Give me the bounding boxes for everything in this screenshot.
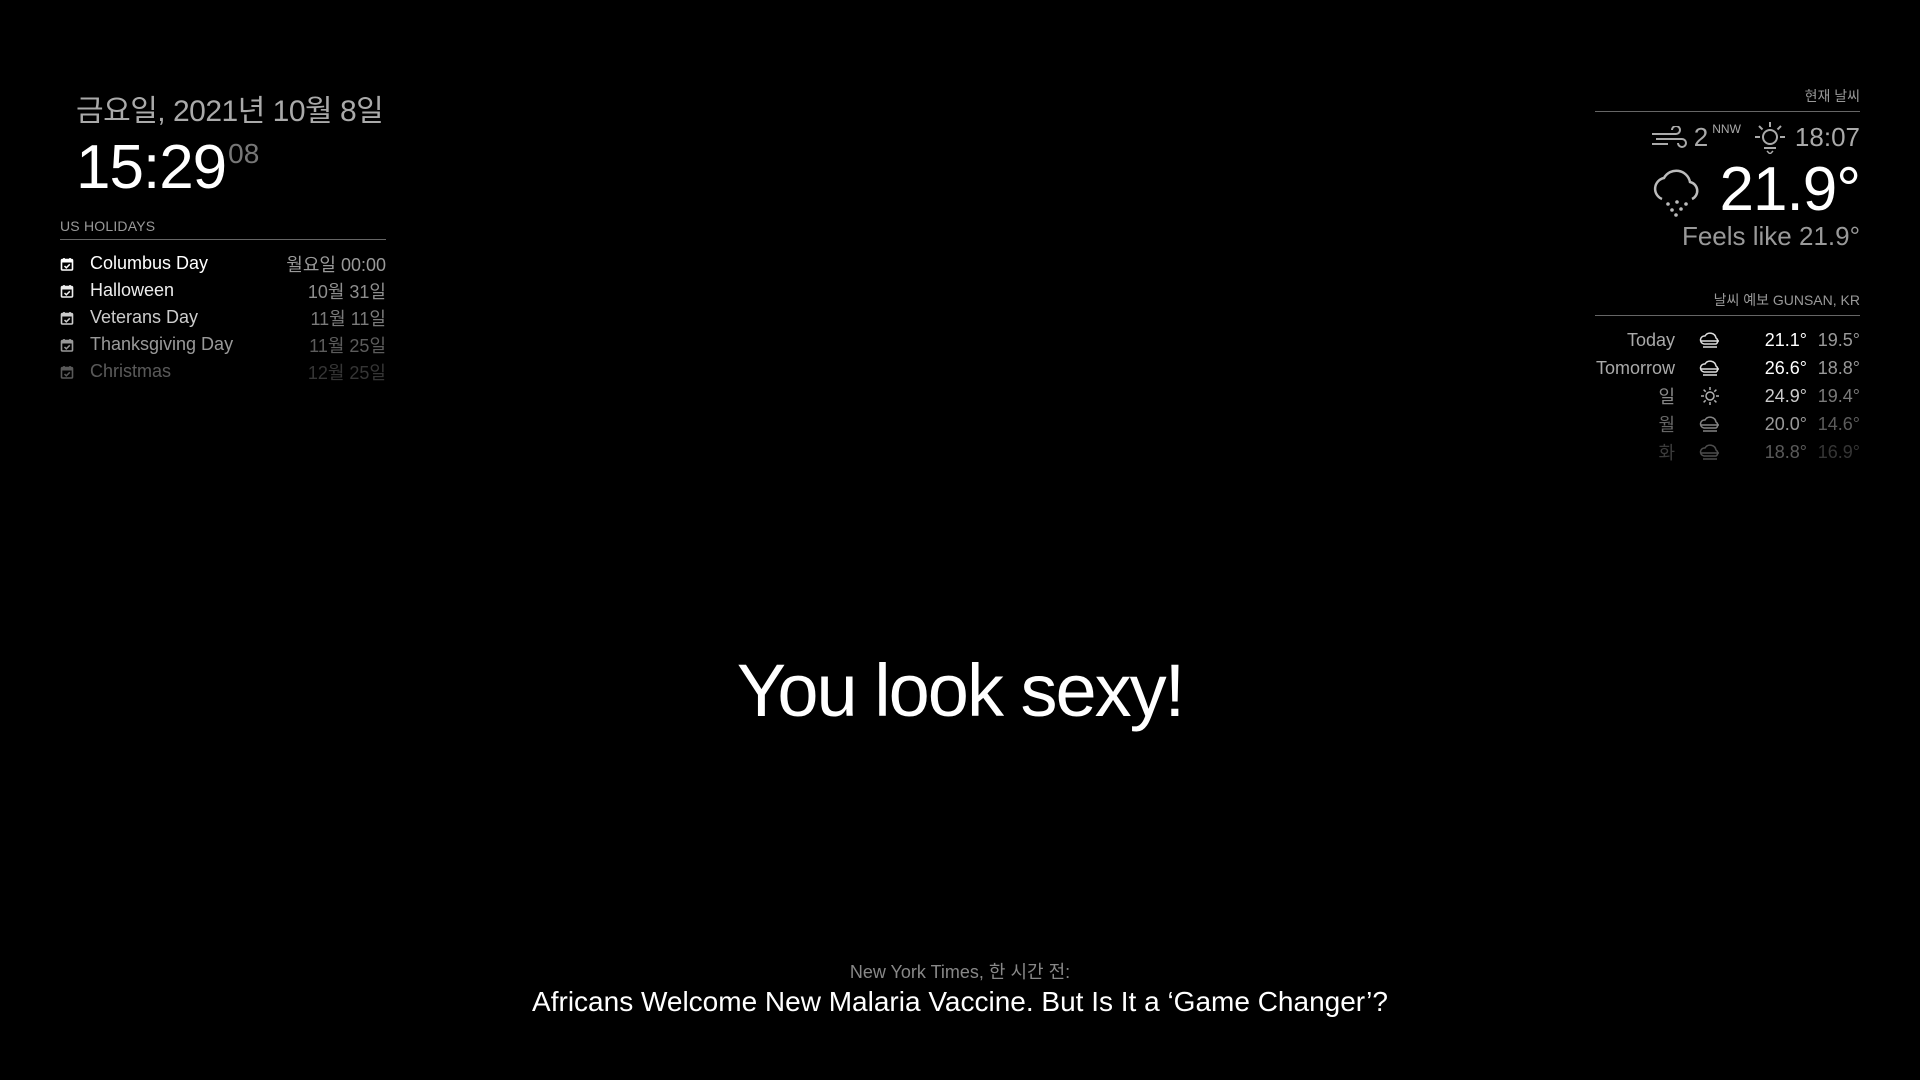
list-item: Halloween 10월 31일	[60, 277, 386, 304]
clock-date: 금요일, 2021년 10월 8일	[76, 95, 384, 128]
holiday-title: Christmas	[90, 361, 172, 381]
forecast-day: 화	[1658, 443, 1675, 463]
news-source: New York Times, 한 시간 전:	[849, 962, 1071, 982]
forecast-day: 일	[1658, 387, 1675, 407]
current-temperature: 21.9°	[1719, 155, 1861, 224]
forecast-day: Today	[1626, 329, 1675, 350]
weather-forecast-module: 날씨 예보 GUNSAN, KR Today 21.1° 19.5° Tomor…	[1595, 290, 1860, 466]
holidays-list: Columbus Day 월요일 00:00 Halloween 10월 31일…	[60, 250, 386, 385]
list-item: Christmas 12월 25일	[60, 358, 386, 385]
current-weather-module: 현재 날씨 2 NNW 18:07 21.9° Feels like 21.9°	[1595, 86, 1861, 252]
forecast-min-temp: 18.8°	[1817, 357, 1860, 378]
sun-icon	[1675, 386, 1745, 406]
holidays-module: US HOLIDAYS Columbus Day 월요일 00:00 Hallo…	[60, 218, 386, 385]
forecast-max-temp: 21.1°	[1764, 329, 1807, 350]
forecast-max-temp: 26.6°	[1764, 357, 1807, 378]
holiday-title: Columbus Day	[90, 253, 209, 273]
forecast-row: Tomorrow 26.6° 18.8°	[1595, 354, 1860, 382]
current-weather-header: 현재 날씨	[1595, 86, 1860, 112]
holiday-time: 월요일 00:00	[286, 254, 386, 275]
holiday-time: 11월 11일	[310, 308, 387, 329]
forecast-min-temp: 14.6°	[1817, 413, 1860, 434]
holiday-title: Thanksgiving Day	[90, 334, 234, 354]
clock-seconds: 08	[228, 138, 260, 169]
newsfeed-module: New York Times, 한 시간 전: Africans Welcome…	[0, 958, 1920, 1018]
forecast-min-temp: 16.9°	[1817, 441, 1860, 462]
cloudy-icon	[1675, 443, 1745, 461]
cloudy-icon	[1675, 415, 1745, 433]
list-item: Columbus Day 월요일 00:00	[60, 250, 386, 277]
calendar-icon	[60, 284, 74, 298]
forecast-header: 날씨 예보 GUNSAN, KR	[1595, 290, 1860, 316]
holiday-title: Veterans Day	[90, 307, 199, 327]
compliment-text: You look sexy!	[736, 649, 1185, 732]
list-item: Thanksgiving Day 11월 25일	[60, 331, 386, 358]
forecast-row: 월 20.0° 14.6°	[1595, 410, 1860, 438]
temperature-line: 21.9°	[1595, 154, 1861, 225]
forecast-table: Today 21.1° 19.5° Tomorrow 26.6° 18.8° 일…	[1595, 326, 1860, 466]
clock-hours-minutes: 15:29	[76, 133, 227, 202]
list-item: Veterans Day 11월 11일	[60, 304, 386, 331]
holiday-time: 10월 31일	[307, 281, 386, 302]
rain-cloud-icon	[1653, 169, 1698, 217]
forecast-max-temp: 18.8°	[1764, 441, 1807, 462]
news-headline: Africans Welcome New Malaria Vaccine. Bu…	[532, 986, 1388, 1017]
holiday-title: Halloween	[90, 280, 175, 300]
compliment-module: You look sexy!	[0, 648, 1920, 734]
forecast-min-temp: 19.5°	[1817, 329, 1860, 350]
holiday-time: 12월 25일	[307, 362, 386, 383]
forecast-row: 일 24.9° 19.4°	[1595, 382, 1860, 410]
forecast-max-temp: 20.0°	[1764, 413, 1807, 434]
forecast-day: 월	[1658, 415, 1675, 435]
wind-sunset-line: 2 NNW 18:07	[1595, 120, 1860, 154]
clock-time: 15:2908	[76, 132, 386, 203]
cloudy-icon	[1675, 331, 1745, 349]
cloudy-icon	[1675, 359, 1745, 377]
forecast-row: Today 21.1° 19.5°	[1595, 326, 1860, 354]
calendar-icon	[60, 311, 74, 325]
forecast-row: 화 18.8° 16.9°	[1595, 438, 1860, 466]
clock-module: 금요일, 2021년 10월 8일 15:2908	[76, 86, 386, 203]
calendar-icon	[60, 365, 74, 379]
forecast-day: Tomorrow	[1595, 357, 1675, 378]
feels-like: Feels like 21.9°	[1681, 221, 1860, 251]
wind-icon	[1651, 126, 1687, 148]
forecast-min-temp: 19.4°	[1817, 385, 1860, 406]
sunset-icon	[1754, 122, 1785, 154]
calendar-icon	[60, 338, 74, 352]
calendar-icon	[60, 257, 74, 271]
forecast-max-temp: 24.9°	[1764, 385, 1807, 406]
wind-speed: 2	[1693, 121, 1709, 152]
holidays-header: US HOLIDAYS	[60, 218, 386, 240]
wind-direction: NNW	[1712, 122, 1741, 136]
holiday-time: 11월 25일	[309, 335, 386, 356]
sunset-time: 18:07	[1794, 121, 1860, 152]
